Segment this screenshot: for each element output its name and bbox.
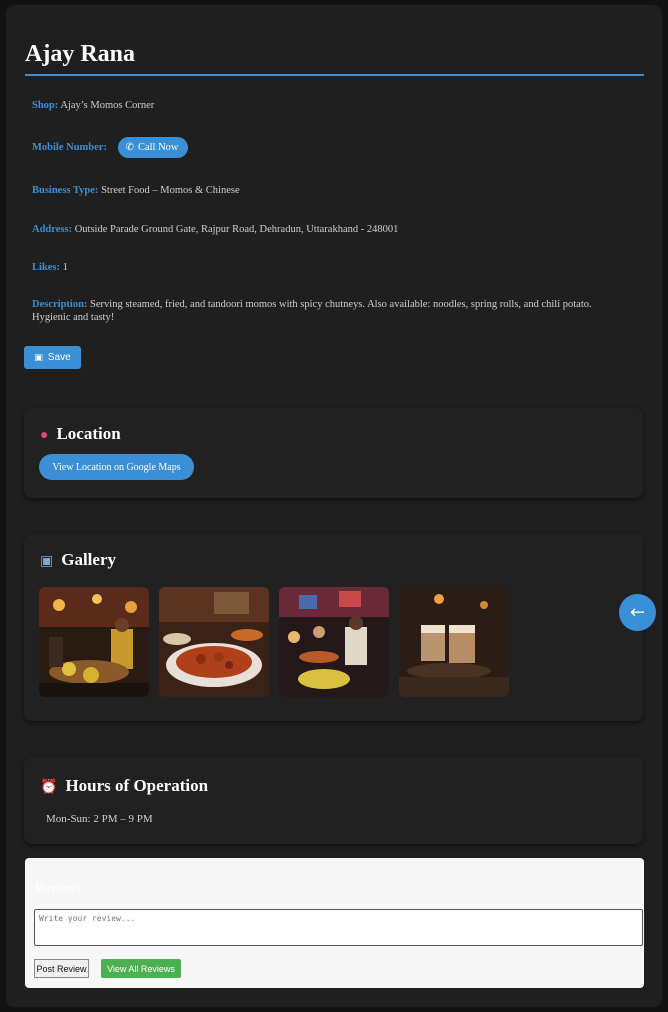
gallery-image-curry-plate[interactable] [159,587,269,697]
address-field: Address: Outside Parade Ground Gate, Raj… [32,223,398,236]
reviews-title: Reviews [35,880,81,895]
alarm-clock-icon: ⏰ [40,780,58,795]
page-title: Ajay Rana [25,41,644,76]
business-type-field: Business Type: Street Food – Momos & Chi… [32,184,240,197]
description-label: Description: [32,299,88,310]
hours-text: Mon-Sun: 2 PM – 9 PM [46,813,153,825]
address-label: Address: [32,224,73,235]
gallery-image-street-food-stall[interactable] [39,587,149,697]
phone-icon: ✆ [125,142,134,153]
location-title-text: Location [56,424,121,443]
arrow-left-icon[interactable]: ← [619,594,656,631]
pin-icon: ● [40,428,49,443]
likes-label: Likes: [32,262,61,273]
profile-card: Ajay Rana Shop: Ajay’s Momos Corner Mobi… [6,5,662,1007]
address-value: Outside Parade Ground Gate, Rajpur Road,… [74,224,399,235]
location-title: ● Location [40,424,121,444]
business-type-label: Business Type: [32,185,99,196]
save-label: Save [47,352,71,363]
gallery-image-night-market-cooking[interactable] [279,587,389,697]
save-button[interactable]: ▣ Save [24,346,81,369]
camera-icon: ▣ [40,554,54,569]
hours-section: ⏰ Hours of Operation Mon-Sun: 2 PM – 9 PM [24,757,643,844]
call-now-button[interactable]: ✆ Call Now [117,137,188,158]
floppy-disk-icon: ▣ [34,352,43,362]
view-all-reviews-button[interactable]: View All Reviews [101,959,181,978]
mobile-label: Mobile Number: [32,141,107,153]
gallery-section: ▣ Gallery [24,534,643,721]
hours-title-text: Hours of Operation [65,776,209,795]
location-section: ● Location View Location on Google Maps [24,408,643,498]
reviews-section: Reviews Post Review View All Reviews [25,858,644,988]
call-now-label: Call Now [137,142,179,153]
review-input[interactable] [34,909,643,946]
description-field: Description: Serving steamed, fried, and… [32,298,622,324]
gallery-title: ▣ Gallery [40,550,116,570]
hours-title: ⏰ Hours of Operation [40,776,208,796]
shop-field: Shop: Ajay’s Momos Corner [32,99,154,112]
business-type-value: Street Food – Momos & Chinese [101,185,240,196]
description-value: Serving steamed, fried, and tandoori mom… [32,299,592,323]
gallery-image-chai-glasses[interactable] [399,587,509,697]
post-review-button[interactable]: Post Review [34,959,89,978]
likes-value: 1 [62,262,68,273]
shop-label: Shop: [32,100,59,111]
shop-value: Ajay’s Momos Corner [60,100,155,111]
view-location-button[interactable]: View Location on Google Maps [39,454,194,480]
gallery-title-text: Gallery [61,550,116,569]
likes-field: Likes: 1 [32,261,68,274]
mobile-field: Mobile Number: ✆ Call Now [32,137,188,158]
